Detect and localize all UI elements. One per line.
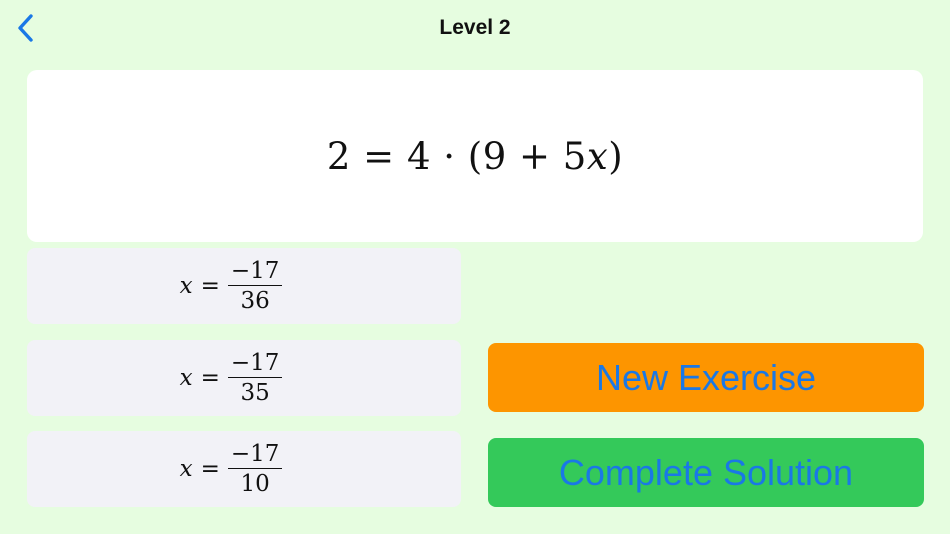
answer-option-2[interactable]: x = −17 35 (27, 340, 461, 416)
equation-dot: · (443, 134, 456, 178)
answer-option-3[interactable]: x = −17 10 (27, 431, 461, 507)
answer-equals: = (200, 273, 220, 299)
answer-equals: = (200, 456, 220, 482)
equation-variable: x (586, 134, 609, 178)
answer-math: x = −17 36 (180, 259, 283, 313)
answer-denominator: 36 (227, 285, 283, 313)
answer-denominator: 35 (227, 377, 283, 405)
answer-numerator: −17 (230, 440, 280, 467)
answer-fraction: −17 36 (227, 257, 283, 313)
equation-paren-open: (9 + 5 (467, 134, 587, 178)
answer-variable: x (179, 273, 193, 299)
equation-equals: = (363, 134, 395, 178)
equation-lhs: 2 (326, 134, 351, 178)
answer-option-1[interactable]: x = −17 36 (27, 248, 461, 324)
answer-equals: = (200, 365, 220, 391)
answer-numerator: −17 (230, 349, 280, 376)
equation-card: 2 = 4 · (9 + 5x) (27, 70, 923, 242)
answer-fraction: −17 10 (227, 440, 283, 496)
answer-math: x = −17 35 (180, 351, 283, 405)
answer-numerator: −17 (230, 257, 280, 284)
complete-solution-button[interactable]: Complete Solution (488, 438, 924, 507)
equation-coefficient: 4 (406, 134, 431, 178)
new-exercise-button[interactable]: New Exercise (488, 343, 924, 412)
equation: 2 = 4 · (9 + 5x) (327, 135, 623, 178)
answer-denominator: 10 (227, 468, 283, 496)
answer-math: x = −17 10 (180, 442, 283, 496)
answer-fraction: −17 35 (227, 349, 283, 405)
answer-variable: x (179, 365, 193, 391)
page-title: Level 2 (439, 16, 511, 39)
navigation-bar: Level 2 (0, 0, 950, 58)
answer-variable: x (179, 456, 193, 482)
equation-paren-close: ) (608, 134, 624, 178)
